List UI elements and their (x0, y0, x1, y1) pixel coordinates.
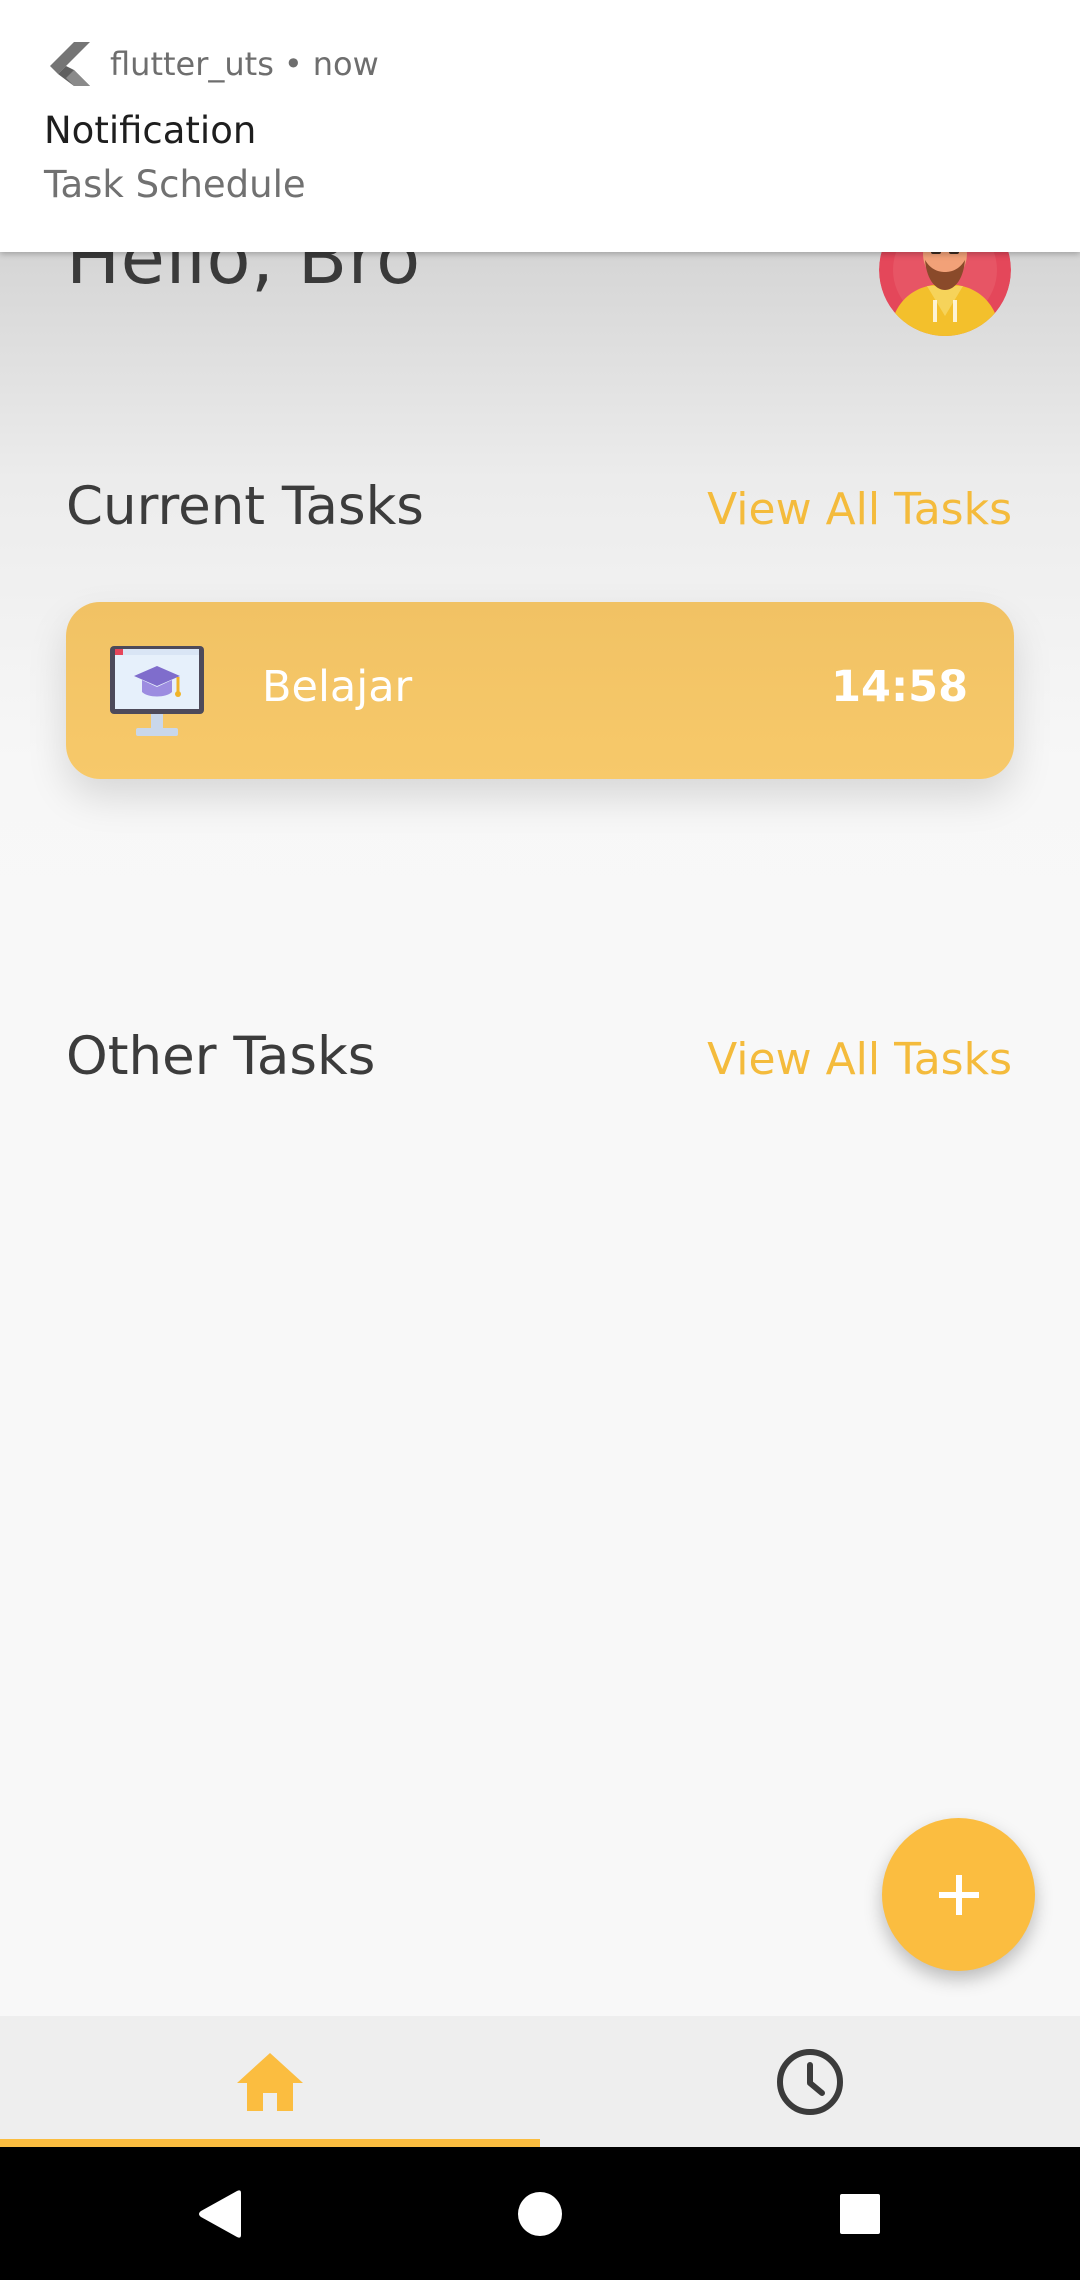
recents-button[interactable] (820, 2147, 900, 2280)
clock-icon (777, 2048, 843, 2115)
task-card[interactable]: Belajar 14:58 (66, 602, 1014, 779)
home-button[interactable] (500, 2147, 580, 2280)
plus-icon (938, 1874, 979, 1915)
notification-banner[interactable]: flutter_uts • now Notification Task Schedu… (0, 0, 1080, 252)
notification-title: Notification (44, 109, 257, 152)
home-circle-icon (518, 2191, 562, 2236)
current-tasks-title: Current Tasks (66, 476, 424, 537)
notification-app-name: flutter_uts (110, 45, 274, 83)
system-navigation-bar (0, 2147, 1080, 2280)
graduation-monitor-icon (108, 644, 206, 738)
bottom-navigation (0, 2016, 1080, 2147)
notification-header: flutter_uts • now (110, 48, 379, 80)
task-name: Belajar (262, 662, 413, 712)
nav-active-indicator (0, 2139, 540, 2147)
add-task-button[interactable] (882, 1818, 1035, 1971)
task-time: 14:58 (831, 662, 968, 712)
current-tasks-view-all-link[interactable]: View All Tasks (707, 488, 1012, 532)
nav-item-home[interactable] (0, 2016, 540, 2147)
flutter-icon (44, 40, 92, 88)
home-icon (237, 2052, 303, 2111)
nav-item-history[interactable] (540, 2016, 1080, 2147)
back-button[interactable] (180, 2147, 260, 2280)
back-icon (199, 2189, 241, 2238)
app-screen: Hello, Bro Current Tasks View All Tasks (0, 0, 1080, 2016)
other-tasks-view-all-link[interactable]: View All Tasks (707, 1038, 1012, 1082)
other-tasks-title: Other Tasks (66, 1026, 376, 1087)
notification-separator: • (283, 45, 303, 83)
notification-text: Task Schedule (44, 163, 306, 206)
notification-time: now (312, 45, 379, 83)
recents-icon (840, 2193, 880, 2234)
